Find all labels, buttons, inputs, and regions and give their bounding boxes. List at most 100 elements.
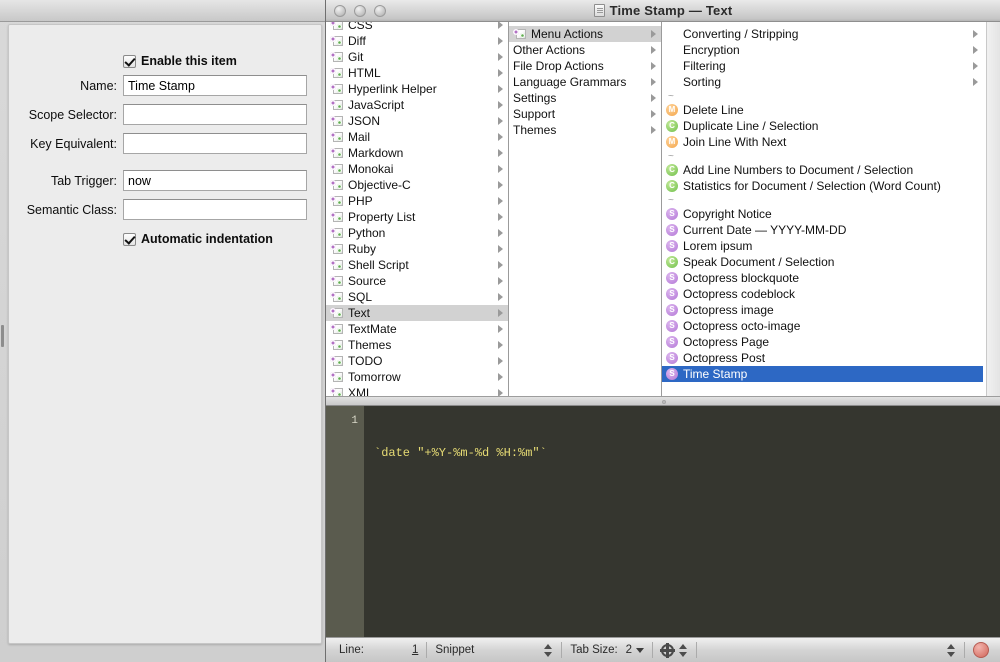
list-item[interactable]: Support — [509, 106, 661, 122]
list-item[interactable]: Python — [326, 225, 508, 241]
list-item[interactable]: Settings — [509, 90, 661, 106]
list-item-label: Join Line With Next — [683, 135, 787, 149]
tab-size-value[interactable]: 2 — [626, 644, 632, 656]
enable-this-item-checkbox[interactable] — [123, 54, 136, 68]
list-item[interactable]: Ruby — [326, 241, 508, 257]
items-scrollbar[interactable] — [986, 22, 1000, 396]
list-item[interactable]: JavaScript — [326, 97, 508, 113]
window-controls[interactable] — [334, 4, 386, 17]
line-value[interactable]: 1 — [412, 644, 418, 656]
list-item[interactable]: S Octopress Page — [662, 334, 983, 350]
list-item[interactable]: Encryption — [662, 42, 983, 58]
window-resize-handle[interactable] — [1, 325, 4, 347]
list-item[interactable]: S Octopress image — [662, 302, 983, 318]
list-item-label: Objective-C — [348, 178, 411, 192]
list-item[interactable]: S Copyright Notice — [662, 206, 983, 222]
record-button[interactable] — [973, 642, 989, 658]
list-item-label: Markdown — [348, 146, 404, 160]
list-item[interactable]: S Octopress Post — [662, 350, 983, 366]
browser-column-items[interactable]: Converting / Stripping Encryption Filterin… — [662, 22, 983, 396]
chevron-right-icon — [973, 30, 978, 38]
list-item[interactable]: Mail — [326, 129, 508, 145]
bundle-icon — [330, 243, 344, 256]
list-item[interactable]: Hyperlink Helper — [326, 81, 508, 97]
list-item[interactable]: File Drop Actions — [509, 58, 661, 74]
list-item[interactable]: Property List — [326, 209, 508, 225]
list-item[interactable]: S Time Stamp — [662, 366, 983, 382]
list-item[interactable]: Text — [326, 305, 508, 321]
name-input[interactable] — [123, 75, 307, 96]
list-item[interactable]: S Octopress blockquote — [662, 270, 983, 286]
list-item[interactable]: S Current Date — YYYY-MM-DD — [662, 222, 983, 238]
list-item[interactable]: C Statistics for Document / Selection (Wo… — [662, 178, 983, 194]
semantic-class-input[interactable] — [123, 199, 307, 220]
pane-splitter[interactable] — [326, 396, 1000, 406]
settings-stepper[interactable] — [679, 643, 688, 658]
zoom-button[interactable] — [374, 4, 386, 17]
key-equivalent-input[interactable] — [123, 133, 307, 154]
bundle-icon — [330, 195, 344, 208]
list-item[interactable]: Diff — [326, 33, 508, 49]
page-title: Time Stamp — Text — [326, 3, 1000, 18]
gear-icon[interactable] — [660, 643, 676, 657]
list-item[interactable]: Source — [326, 273, 508, 289]
list-item[interactable]: C Add Line Numbers to Document / Selectio… — [662, 162, 983, 178]
chevron-right-icon — [973, 78, 978, 86]
list-item[interactable]: TODO — [326, 353, 508, 369]
right-stepper[interactable] — [947, 643, 956, 658]
list-item[interactable]: Markdown — [326, 145, 508, 161]
line-number-gutter: 1 — [326, 406, 364, 637]
list-item-label: Git — [348, 50, 364, 64]
list-item[interactable]: HTML — [326, 65, 508, 81]
list-item[interactable]: CSS — [326, 22, 508, 33]
item-type-stepper[interactable] — [544, 643, 553, 658]
list-item[interactable]: Shell Script — [326, 257, 508, 273]
list-item[interactable]: S Octopress codeblock — [662, 286, 983, 302]
tab-trigger-input[interactable] — [123, 170, 307, 191]
minimize-button[interactable] — [354, 4, 366, 17]
list-item[interactable]: S Octopress octo-image — [662, 318, 983, 334]
chevron-down-icon[interactable] — [636, 647, 645, 653]
splitter-dimple — [661, 400, 666, 404]
list-item-label: Octopress octo-image — [683, 319, 801, 333]
list-item[interactable]: PHP — [326, 193, 508, 209]
automatic-indentation-row[interactable]: Automatic indentation — [123, 229, 273, 249]
list-item[interactable]: Monokai — [326, 161, 508, 177]
code-editor[interactable]: 1 `date "+%Y-%m-%d %H:%m"` — [326, 406, 1000, 637]
inspector-window: Enable this item Name: Scope Selector: K… — [0, 0, 330, 662]
list-item[interactable]: Converting / Stripping — [662, 26, 983, 42]
item-type-label[interactable]: Snippet — [435, 644, 474, 656]
browser-column-bundles[interactable]: CSS Diff Git HTML Hyperlink Helper JavaScript… — [326, 22, 509, 396]
list-item[interactable]: JSON — [326, 113, 508, 129]
list-item-label: Source — [348, 274, 387, 288]
list-item[interactable]: Language Grammars — [509, 74, 661, 90]
list-item[interactable]: Tomorrow — [326, 369, 508, 385]
snippet-badge-icon: S — [666, 336, 678, 348]
list-item-label: Converting / Stripping — [683, 27, 799, 41]
list-item[interactable]: XML — [326, 385, 508, 396]
list-item[interactable]: Other Actions — [509, 42, 661, 58]
status-bar: Line: 1 Snippet Tab Size: 2 — [326, 637, 1000, 662]
list-item[interactable]: M Join Line With Next — [662, 134, 983, 150]
scope-selector-input[interactable] — [123, 104, 307, 125]
list-item-label: Support — [513, 107, 556, 121]
list-item[interactable]: Objective-C — [326, 177, 508, 193]
snippet-badge-icon: S — [666, 304, 678, 316]
list-item[interactable]: TextMate — [326, 321, 508, 337]
list-item[interactable]: M Delete Line — [662, 102, 983, 118]
list-item[interactable]: Sorting — [662, 74, 983, 90]
list-item[interactable]: C Duplicate Line / Selection — [662, 118, 983, 134]
list-item[interactable]: SQL — [326, 289, 508, 305]
code-content[interactable]: `date "+%Y-%m-%d %H:%m"` — [364, 406, 1000, 637]
automatic-indentation-checkbox[interactable] — [123, 232, 136, 246]
enable-this-item-row[interactable]: Enable this item — [123, 51, 237, 71]
close-button[interactable] — [334, 4, 346, 17]
list-item[interactable]: Menu Actions — [509, 26, 661, 42]
list-item[interactable]: C Speak Document / Selection — [662, 254, 983, 270]
list-item[interactable]: Git — [326, 49, 508, 65]
list-item[interactable]: Themes — [509, 122, 661, 138]
browser-column-categories[interactable]: Menu Actions Other Actions File Drop Actio… — [509, 22, 662, 396]
list-item[interactable]: Themes — [326, 337, 508, 353]
list-item[interactable]: S Lorem ipsum — [662, 238, 983, 254]
list-item[interactable]: Filtering — [662, 58, 983, 74]
